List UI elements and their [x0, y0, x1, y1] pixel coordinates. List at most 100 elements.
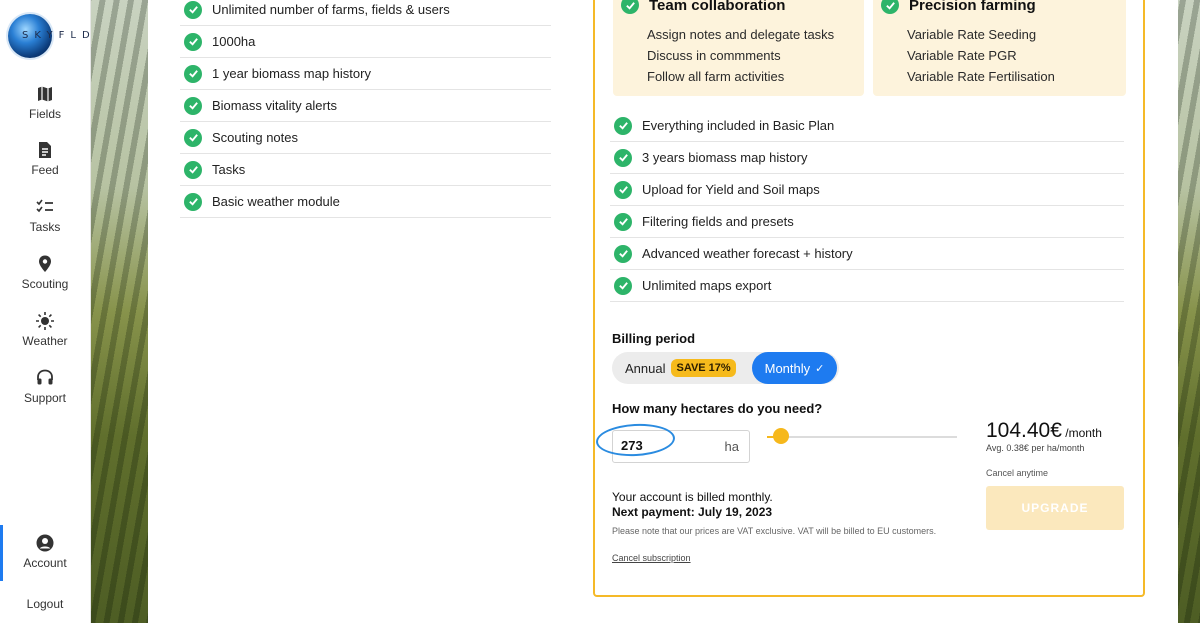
price-period: /month — [1061, 426, 1102, 440]
feature-label: Biomass vitality alerts — [212, 98, 337, 113]
save-badge: SAVE 17% — [671, 359, 736, 377]
feature-row: Tasks — [180, 154, 551, 186]
check-circle-icon — [184, 32, 202, 51]
feature-row: Filtering fields and presets — [610, 206, 1124, 238]
feature-row: Scouting notes — [180, 122, 551, 154]
billing-period-toggle: Annual SAVE 17% Monthly ✓ — [612, 352, 839, 384]
sidebar-item-label: Fields — [28, 107, 61, 121]
feature-row: Biomass vitality alerts — [180, 90, 551, 122]
check-circle-icon — [184, 128, 202, 147]
check-circle-icon — [184, 192, 202, 211]
headset-icon — [35, 368, 55, 388]
feature-row: Unlimited maps export — [610, 270, 1124, 302]
hectares-slider[interactable] — [767, 428, 957, 444]
cancel-subscription-link[interactable]: Cancel subscription — [612, 553, 691, 563]
hectares-unit: ha — [724, 439, 739, 454]
feature-label: Unlimited number of farms, fields & user… — [212, 2, 450, 17]
feature-label: Advanced weather forecast + history — [642, 246, 853, 261]
billing-note: Your account is billed monthly. — [612, 490, 773, 504]
upgrade-button[interactable]: UPGRADE — [986, 486, 1124, 530]
feature-line: Variable Rate Seeding — [907, 27, 1037, 42]
map-icon — [35, 84, 55, 104]
vat-note: Please note that our prices are VAT excl… — [612, 526, 937, 536]
feature-row: Unlimited number of farms, fields & user… — [180, 0, 551, 26]
check-circle-icon — [614, 148, 632, 167]
premium-plan-card: Team collaboration Assign notes and dele… — [593, 0, 1145, 597]
feature-row: 1000ha — [180, 26, 551, 58]
sidebar-item-support[interactable]: Support — [0, 368, 90, 405]
team-collaboration-title: Team collaboration — [621, 0, 785, 14]
logout-link[interactable]: Logout — [0, 597, 90, 611]
feature-box-title: Team collaboration — [649, 0, 786, 14]
sidebar-item-scouting[interactable]: Scouting — [0, 254, 90, 291]
feature-row: Upload for Yield and Soil maps — [610, 174, 1124, 206]
feature-label: Upload for Yield and Soil maps — [642, 182, 820, 197]
sidebar-item-label: Tasks — [29, 220, 61, 234]
team-collaboration-lines: Assign notes and delegate tasks Discuss … — [647, 24, 834, 87]
logo[interactable]: SKYFLD — [8, 14, 90, 60]
checkmark-icon: ✓ — [815, 362, 825, 375]
feature-line: Follow all farm activities — [647, 69, 785, 84]
feature-line: Discuss in commments — [647, 48, 781, 63]
cancel-anytime-note: Cancel anytime — [986, 468, 1049, 478]
sidebar-item-tasks[interactable]: Tasks — [0, 197, 90, 234]
price-amount: 104.40€ — [986, 419, 1062, 442]
feature-line: Assign notes and delegate tasks — [647, 27, 835, 42]
billing-period-title: Billing period — [612, 331, 696, 346]
check-circle-icon — [614, 212, 632, 231]
sidebar-item-account[interactable]: Account — [0, 525, 90, 581]
sun-icon — [35, 311, 55, 331]
feature-row: 1 year biomass map history — [180, 58, 551, 90]
sidebar-item-label: Support — [23, 391, 67, 405]
annual-label: Annual — [625, 360, 666, 376]
annual-billing-button[interactable]: Annual SAVE 17% — [612, 352, 736, 384]
location-pin-icon — [35, 254, 55, 274]
feature-label: Everything included in Basic Plan — [642, 118, 835, 133]
team-collaboration-box: Team collaboration Assign notes and dele… — [613, 0, 864, 96]
feature-label: Scouting notes — [212, 130, 299, 145]
check-circle-icon — [614, 244, 632, 263]
feature-line: Variable Rate PGR — [907, 48, 1017, 63]
sidebar-item-fields[interactable]: Fields — [0, 84, 90, 121]
sidebar-item-feed[interactable]: Feed — [0, 140, 90, 177]
check-circle-icon — [184, 64, 202, 83]
feature-label: Basic weather module — [212, 194, 340, 209]
slider-track[interactable] — [767, 436, 957, 438]
feature-row: Basic weather module — [180, 186, 551, 218]
sidebar-item-label: Feed — [31, 163, 59, 177]
monthly-label: Monthly — [764, 360, 811, 376]
precision-farming-box: Precision farming Variable Rate Seeding … — [873, 0, 1126, 96]
feature-box-title: Precision farming — [909, 0, 1036, 14]
user-circle-icon — [35, 533, 55, 553]
sidebar-item-weather[interactable]: Weather — [0, 311, 90, 348]
precision-farming-title: Precision farming — [881, 0, 1036, 14]
sidebar-item-label: Scouting — [21, 277, 69, 291]
feature-label: Tasks — [212, 162, 246, 177]
logo-text: SKYFLD — [22, 30, 96, 41]
average-price: Avg. 0.38€ per ha/month — [986, 443, 1085, 453]
check-circle-icon — [184, 160, 202, 179]
sidebar-item-label: Account — [23, 556, 67, 570]
feature-row: Everything included in Basic Plan — [610, 110, 1124, 142]
precision-farming-lines: Variable Rate Seeding Variable Rate PGR … — [907, 24, 1055, 87]
feature-label: 3 years biomass map history — [642, 150, 808, 165]
monthly-billing-button[interactable]: Monthly ✓ — [752, 352, 837, 384]
feature-label: Unlimited maps export — [642, 278, 772, 293]
hectares-question: How many hectares do you need? — [612, 401, 823, 416]
check-circle-icon — [614, 116, 632, 135]
check-circle-icon — [614, 180, 632, 199]
check-circle-icon — [184, 0, 202, 19]
feature-line: Variable Rate Fertilisation — [907, 69, 1055, 84]
feature-label: 1000ha — [212, 34, 256, 49]
slider-thumb[interactable] — [773, 428, 789, 444]
feature-label: Filtering fields and presets — [642, 214, 794, 229]
feature-row: 3 years biomass map history — [610, 142, 1124, 174]
check-circle-icon — [184, 96, 202, 115]
checklist-icon — [35, 197, 55, 217]
check-circle-icon — [614, 276, 632, 295]
sidebar-item-label: Weather — [22, 334, 68, 348]
premium-plan-feature-list: Everything included in Basic Plan 3 years… — [610, 110, 1124, 302]
basic-plan-feature-list: Unlimited number of farms, fields & user… — [180, 0, 551, 218]
check-circle-icon — [881, 0, 899, 14]
next-payment: Next payment: July 19, 2023 — [612, 505, 773, 519]
